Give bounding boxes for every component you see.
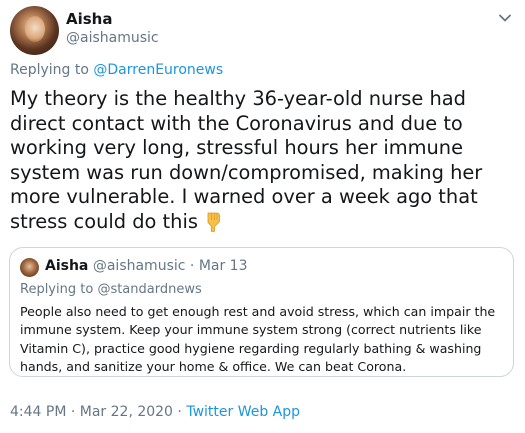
quoted-avatar (20, 258, 39, 277)
replying-mention[interactable]: @DarrenEuronews (93, 62, 223, 78)
source-app-link[interactable]: Twitter Web App (186, 404, 300, 420)
author-handle[interactable]: @aishamusic (66, 30, 159, 46)
avatar[interactable] (10, 6, 59, 55)
chevron-down-icon[interactable] (495, 8, 515, 28)
quoted-replying-mention: @standardnews (97, 282, 202, 297)
avatar-face (25, 16, 45, 42)
timestamp[interactable]: 4:44 PM · Mar 22, 2020 (10, 404, 173, 420)
author-name[interactable]: Aisha (66, 10, 112, 28)
tweet-body: My theory is the healthy 36-year-old nur… (10, 87, 483, 233)
quoted-replying-to: Replying to @standardnews (20, 282, 202, 297)
quoted-header: Aisha @aishamusic · Mar 13 (45, 258, 248, 274)
pointing-down-emoji-icon (207, 212, 220, 232)
quoted-text: People also need to get enough rest and … (20, 304, 496, 375)
tweet-meta: 4:44 PM · Mar 22, 2020 · Twitter Web App (10, 404, 300, 420)
quoted-separator: · (189, 258, 195, 274)
quoted-date: Mar 13 (198, 258, 248, 274)
tweet-text: My theory is the healthy 36-year-old nur… (10, 87, 515, 235)
replying-prefix: Replying to (10, 62, 89, 78)
quoted-replying-prefix: Replying to (20, 282, 94, 297)
meta-separator: · (177, 404, 182, 420)
quoted-tweet[interactable]: Aisha @aishamusic · Mar 13 Replying to @… (9, 247, 514, 377)
quoted-author-handle: @aishamusic (92, 258, 186, 274)
quoted-author-name: Aisha (45, 258, 89, 274)
replying-to: Replying to @DarrenEuronews (10, 62, 223, 78)
